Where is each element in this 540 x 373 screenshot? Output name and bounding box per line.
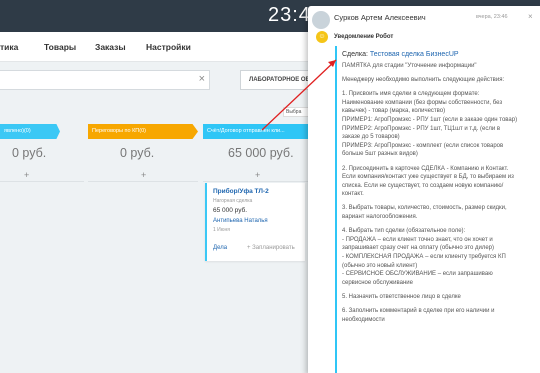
- arrow-line: [261, 59, 337, 131]
- annotation-arrow: [261, 59, 337, 131]
